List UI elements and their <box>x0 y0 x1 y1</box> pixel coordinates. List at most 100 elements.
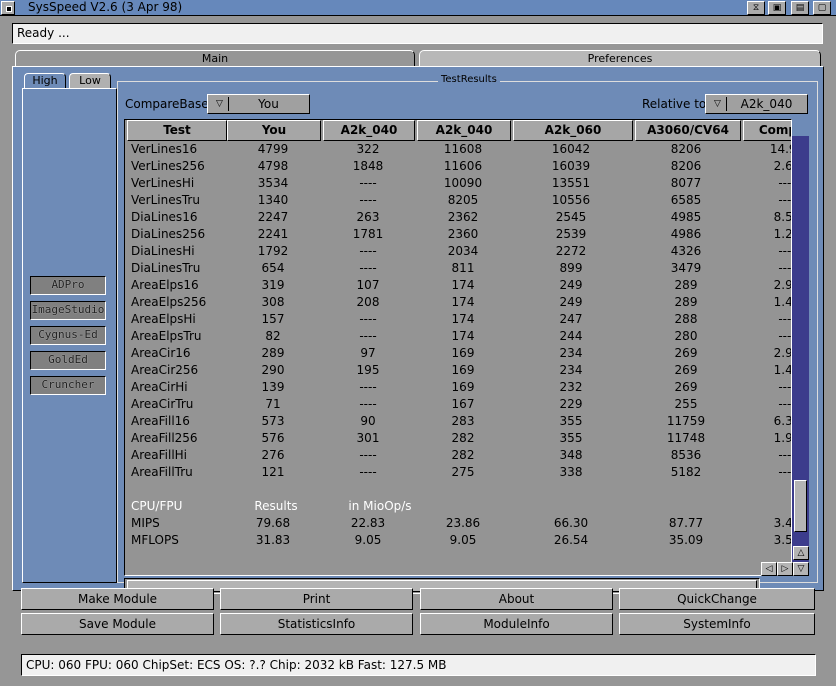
table-cell: 275 <box>451 465 475 479</box>
table-cell: 280 <box>674 329 698 343</box>
table-row[interactable]: AreaElps256 308 208 174 249 289 1.48 <box>125 294 792 311</box>
table-row[interactable]: VerLines16 4799 322 11608 16042 8206 14.90 <box>125 141 791 158</box>
section-header-cell: Results <box>254 499 298 513</box>
moduleinfo-button[interactable]: ModuleInfo <box>420 613 613 635</box>
table-cell: 2.60 <box>773 159 792 173</box>
table-row[interactable]: AreaCir16 289 97 169 234 269 2.98 <box>125 345 791 362</box>
imagestudio-button-label: ImageStudio <box>31 303 105 316</box>
make-module-button[interactable]: Make Module <box>21 588 214 610</box>
table-row[interactable]: AreaCirTru 71 ---- 167 229 255 ---- <box>125 396 791 413</box>
table-cell: 167 <box>451 397 475 411</box>
table-row[interactable]: AreaFill256 576 301 282 355 11748 1.91 <box>125 430 791 447</box>
table-row[interactable]: MIPS 79.68 22.83 23.86 66.30 87.77 3.49 <box>125 515 791 532</box>
table-row[interactable]: DiaLines256 2241 1781 2360 2539 4986 1.26 <box>125 226 792 243</box>
table-row[interactable]: VerLines256 4798 1848 11606 16039 8206 2.60 <box>125 158 792 175</box>
table-cell: 289 <box>261 346 285 360</box>
table-cell: 174 <box>451 329 475 343</box>
cruncher-button[interactable]: Cruncher <box>30 376 106 395</box>
section-header-cell: in MioOp/s <box>348 499 412 513</box>
table-cell: AreaCir256 <box>131 363 199 377</box>
quickchange-button[interactable]: QuickChange <box>619 588 815 610</box>
table-cell: 2247 <box>257 210 289 224</box>
table-row[interactable]: AreaCir256 290 195 169 234 269 1.49 <box>125 362 791 379</box>
relative-to-cycle[interactable]: ▽ A2k_040 <box>705 94 808 114</box>
table-cell: AreaCirTru <box>131 397 194 411</box>
table-cell: AreaElps256 <box>131 295 207 309</box>
table-cell: 4799 <box>257 142 289 156</box>
table-cell: VerLines16 <box>131 142 198 156</box>
column-header: A2k_040 <box>417 120 511 141</box>
about-button[interactable]: About <box>420 588 613 610</box>
cygnus-ed-button[interactable]: Cygnus-Ed <box>30 326 106 345</box>
print-button[interactable]: Print <box>220 588 413 610</box>
zoom-icon[interactable]: ▣ <box>768 1 786 15</box>
table-cell: ---- <box>359 465 377 479</box>
table-cell: 9.05 <box>354 533 382 547</box>
tab-preferences[interactable]: Preferences <box>419 50 821 67</box>
table-row[interactable]: MFLOPS 31.83 9.05 9.05 26.54 35.09 3.52 <box>125 532 791 549</box>
arrow-up-icon[interactable]: △ <box>793 546 809 560</box>
vertical-scroll-knob[interactable] <box>794 480 807 532</box>
table-cell: 269 <box>674 363 698 377</box>
back-icon[interactable]: ▢ <box>813 1 831 15</box>
tab-low[interactable]: Low <box>69 73 111 89</box>
close-icon[interactable] <box>1 1 15 15</box>
table-row[interactable]: AreaFillTru 121 ---- 275 338 5182 ---- <box>125 464 792 481</box>
table-row[interactable]: DiaLinesHi 1792 ---- 2034 2272 4326 ---- <box>125 243 791 260</box>
systeminfo-button[interactable]: SystemInfo <box>619 613 815 635</box>
table-cell: 288 <box>674 312 698 326</box>
table-row[interactable]: DiaLinesTru 654 ---- 811 899 3479 ---- <box>125 260 791 277</box>
table-cell: 139 <box>261 380 285 394</box>
main-window: Ready ... Main Preferences High Low ADPr… <box>0 17 836 686</box>
table-cell: 121 <box>261 465 285 479</box>
depth-icon[interactable]: ⧖ <box>747 1 765 15</box>
cycle-gadget-icon: ▽ <box>709 97 727 111</box>
golded-button[interactable]: GoldEd <box>30 351 106 370</box>
table-row[interactable]: VerLinesHi 3534 ---- 10090 13551 8077 ---- <box>125 175 791 192</box>
tab-high[interactable]: High <box>24 73 66 89</box>
table-cell: AreaFillTru <box>131 465 193 479</box>
table-cell: DiaLinesHi <box>131 244 195 258</box>
table-row[interactable]: AreaElpsTru 82 ---- 174 244 280 ---- <box>125 328 791 345</box>
table-row[interactable]: AreaElpsHi 157 ---- 174 247 288 ---- <box>125 311 791 328</box>
table-cell: ---- <box>778 465 792 479</box>
table-row[interactable]: DiaLines16 2247 263 2362 2545 4985 8.54 <box>125 209 792 226</box>
table-cell: AreaElps16 <box>131 278 199 292</box>
arrow-left-icon[interactable]: ◁ <box>761 562 777 576</box>
imagestudio-button[interactable]: ImageStudio <box>30 301 106 320</box>
table-cell: 289 <box>674 278 698 292</box>
table-cell: 1.48 <box>773 295 792 309</box>
compare-base-label: CompareBase <box>125 97 209 111</box>
table-cell: 66.30 <box>553 516 589 530</box>
adpro-button[interactable]: ADPro <box>30 276 106 295</box>
save-module-button[interactable]: Save Module <box>21 613 214 635</box>
arrow-down-icon[interactable]: ▽ <box>793 562 809 576</box>
table-row[interactable]: AreaElps16 319 107 174 249 289 2.98 <box>125 277 791 294</box>
table-cell: 2360 <box>447 227 479 241</box>
tab-main[interactable]: Main <box>15 50 415 67</box>
table-cell: AreaFillHi <box>131 448 188 462</box>
title-bar[interactable]: SysSpeed V2.6 (3 Apr 98) ⧖ ▣ ▤ ▢ <box>0 0 836 16</box>
table-row[interactable]: VerLinesTru 1340 ---- 8205 10556 6585 ---- <box>125 192 791 209</box>
table-cell: 276 <box>261 448 285 462</box>
iconify-icon[interactable]: ▤ <box>791 1 809 15</box>
compare-base-cycle[interactable]: ▽ You <box>207 94 310 114</box>
table-row[interactable]: AreaFillHi 276 ---- 282 348 8536 ---- <box>125 447 791 464</box>
table-cell: 8205 <box>447 193 479 207</box>
table-cell: 8.54 <box>773 210 792 224</box>
table-cell: ---- <box>359 312 377 326</box>
table-cell: 2539 <box>555 227 587 241</box>
table-cell: 87.77 <box>668 516 704 530</box>
table-row[interactable]: AreaFill16 573 90 283 355 11759 6.37 <box>125 413 791 430</box>
statisticsinfo-button[interactable]: StatisticsInfo <box>220 613 413 635</box>
table-cell: AreaCir16 <box>131 346 191 360</box>
table-cell: 301 <box>356 431 380 445</box>
table-cell: 169 <box>451 380 475 394</box>
table-cell: 4326 <box>670 244 702 258</box>
relative-to-label: Relative to <box>642 97 707 111</box>
table-row[interactable]: AreaCirHi 139 ---- 169 232 269 ---- <box>125 379 791 396</box>
arrow-right-icon[interactable]: ▷ <box>777 562 793 576</box>
table-cell: 90 <box>360 414 376 428</box>
results-list[interactable]: Test You A2k_040 A2k_040 A2k_060 A3060/CV64 Co… <box>124 119 792 576</box>
table-cell: 1.26 <box>773 227 792 241</box>
